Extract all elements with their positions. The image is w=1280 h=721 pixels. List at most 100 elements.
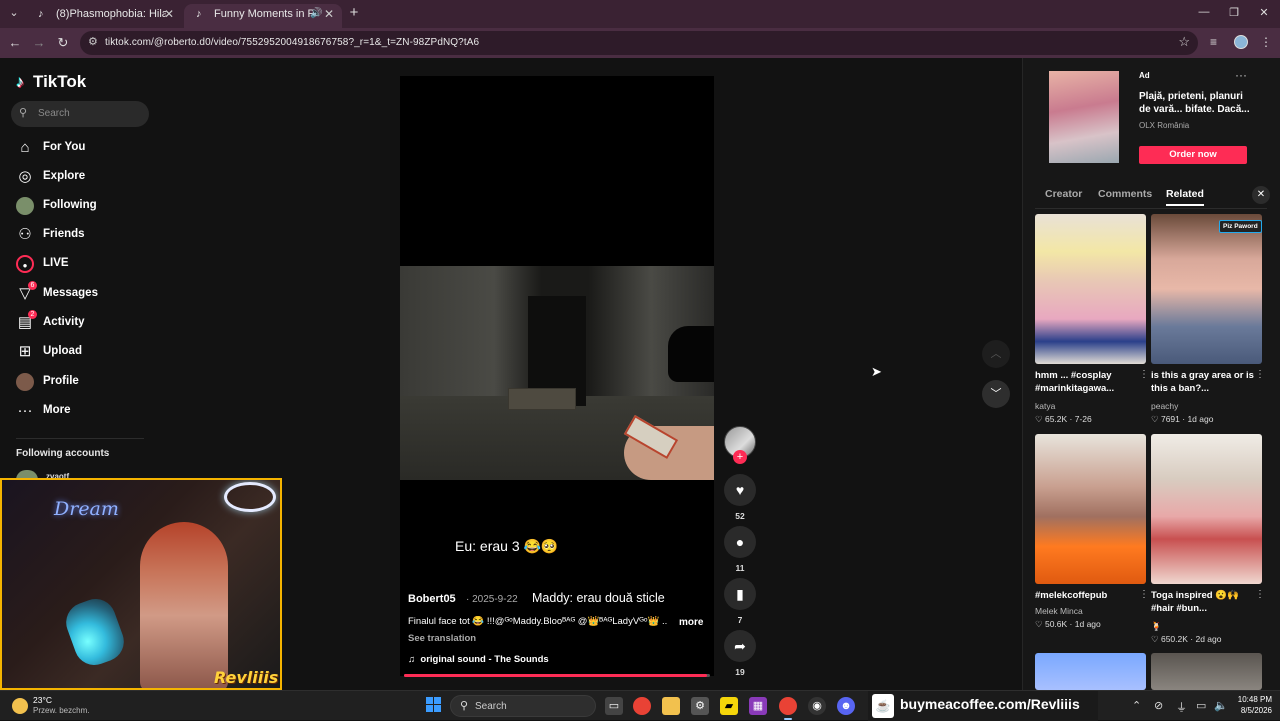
app-icon[interactable]: ▦ — [749, 697, 767, 715]
card-menu-icon[interactable]: ⋮ — [1255, 589, 1265, 600]
nav-upload[interactable]: ⊞ Upload — [16, 342, 146, 364]
browser-toolbar: ← → ↻ ⚙ tiktok.com/@roberto.d0/video/755… — [0, 28, 1280, 58]
sound-link[interactable]: ♫ original sound - The Sounds — [408, 654, 549, 665]
sticky-notes-icon[interactable]: ▰ — [720, 697, 738, 715]
new-tab-button[interactable]: + — [346, 4, 362, 22]
tab-search-icon[interactable]: ⌄ — [6, 5, 22, 21]
card-menu-icon[interactable]: ⋮ — [1139, 369, 1149, 380]
nav-activity[interactable]: ▤ 2 Activity — [16, 310, 146, 335]
save-button[interactable]: ▮ — [724, 578, 756, 610]
nav-label: Profile — [43, 375, 79, 387]
next-video-button[interactable]: ﹀ — [982, 380, 1010, 408]
tab-funny-moments[interactable]: ♪ Funny Moments in Phasmo 🔊 ✕ — [184, 4, 342, 28]
buymeacoffee-text: buymeacoffee.com/Revliiis — [900, 696, 1080, 712]
more-button[interactable]: more — [679, 617, 703, 628]
clock-time: 10:48 PM — [1237, 695, 1272, 704]
close-icon[interactable]: ✕ — [164, 4, 174, 24]
coffee-cup-icon: ☕ — [872, 694, 894, 718]
related-author[interactable]: peachy — [1151, 401, 1178, 411]
clock-date: 8/5/2026 — [1240, 706, 1272, 715]
discord-icon[interactable]: ☻ — [837, 697, 855, 715]
share-button[interactable]: ➦ — [724, 630, 756, 662]
reload-icon[interactable]: ↻ — [54, 34, 72, 52]
related-thumbnail[interactable] — [1035, 214, 1146, 364]
like-button[interactable]: ♥ — [724, 474, 756, 506]
browser-tab-bar: ⌄ ♪ (8)Phasmophobia: Hilarious Gh ✕ ♪ Fu… — [0, 0, 1280, 28]
nav-friends[interactable]: ⚇ Friends — [16, 225, 146, 247]
tiktok-logo[interactable]: ♪ TikTok — [16, 72, 86, 92]
video-frame[interactable] — [400, 266, 714, 480]
tabs-divider — [1035, 208, 1267, 209]
task-view-icon[interactable]: ▭ — [605, 697, 623, 715]
bookmark-star-icon[interactable]: ☆ — [1178, 34, 1190, 50]
related-title[interactable]: Toga inspired 😮🙌 #hair #bun... — [1151, 589, 1257, 615]
comment-button[interactable]: ● — [724, 526, 756, 558]
related-title[interactable]: is this a gray area or is this a ban?... — [1151, 369, 1257, 395]
related-thumbnail[interactable] — [1151, 434, 1262, 584]
see-translation-link[interactable]: See translation — [408, 633, 476, 644]
related-thumbnail[interactable] — [1035, 434, 1146, 584]
nav-for-you[interactable]: ⌂ For You — [16, 138, 146, 160]
tab-comments[interactable]: Comments — [1098, 188, 1152, 200]
mic-icon[interactable]: ⏚ — [1176, 699, 1187, 715]
file-explorer-icon[interactable] — [662, 697, 680, 715]
settings-icon[interactable]: ⚙ — [691, 697, 709, 715]
weather-desc[interactable]: Przew. bezchm. — [33, 706, 89, 715]
ad-thumbnail[interactable] — [1049, 71, 1119, 163]
order-now-button[interactable]: Order now — [1139, 146, 1247, 164]
site-info-icon[interactable]: ⚙ — [88, 35, 98, 48]
nav-following[interactable]: Following — [16, 196, 146, 218]
tab-phasmophobia[interactable]: ♪ (8)Phasmophobia: Hilarious Gh ✕ — [26, 4, 182, 28]
kebab-menu-icon[interactable]: ⋮ — [1260, 35, 1272, 49]
windows-start-icon[interactable] — [426, 697, 442, 713]
nav-live[interactable]: ● LIVE — [16, 254, 146, 276]
profile-avatar[interactable] — [1234, 35, 1248, 49]
network-icon[interactable]: ⊘ — [1154, 699, 1163, 712]
tab-related[interactable]: Related — [1166, 188, 1204, 206]
address-bar[interactable]: ⚙ tiktok.com/@roberto.d0/video/755295200… — [80, 31, 1198, 55]
restore-icon[interactable]: ❐ — [1224, 6, 1244, 19]
nav-explore[interactable]: ◎ Explore — [16, 167, 146, 189]
obs-icon[interactable]: ◉ — [808, 697, 826, 715]
card-menu-icon[interactable]: ⋮ — [1139, 589, 1149, 600]
weather-temp[interactable]: 23°C — [33, 695, 52, 705]
sun-icon[interactable] — [12, 698, 28, 714]
ad-text[interactable]: Plajă, prieteni, planuri de vară... bifa… — [1139, 90, 1251, 116]
video-progress-bar[interactable] — [404, 674, 710, 677]
chrome-icon[interactable] — [633, 697, 651, 715]
follow-plus-icon[interactable]: + — [733, 450, 747, 464]
related-author[interactable]: 🍹 — [1151, 621, 1162, 632]
nav-profile[interactable]: Profile — [16, 372, 146, 394]
forward-icon[interactable]: → — [30, 34, 48, 52]
related-thumbnail[interactable] — [1035, 653, 1146, 690]
close-window-icon[interactable]: ✕ — [1254, 6, 1274, 19]
chevron-up-icon[interactable]: ⌃ — [1132, 699, 1141, 712]
nav-more[interactable]: ··· More — [16, 401, 146, 423]
card-menu-icon[interactable]: ⋮ — [1255, 369, 1265, 380]
media-icon[interactable]: ≡ — [1210, 35, 1217, 49]
share-icon: ➦ — [734, 638, 746, 654]
related-author[interactable]: katya — [1035, 401, 1055, 411]
related-thumbnail[interactable]: Piz Paword — [1151, 214, 1262, 364]
related-title[interactable]: #melekcoffepub — [1035, 589, 1141, 602]
tab-creator[interactable]: Creator — [1045, 188, 1082, 200]
previous-video-button[interactable]: ︿ — [982, 340, 1010, 368]
clock[interactable]: 10:48 PM 8/5/2026 — [1232, 694, 1272, 716]
monitor-icon[interactable]: ▭ — [1196, 699, 1206, 712]
ad-menu-icon[interactable]: ··· — [1235, 68, 1247, 82]
related-title[interactable]: hmm ... #cosplay #marinkitagawa... — [1035, 369, 1141, 395]
related-author[interactable]: Melek Minca — [1035, 606, 1083, 616]
video-author[interactable]: Bobert05 — [408, 593, 456, 605]
chrome-active-icon[interactable] — [779, 697, 797, 720]
search-input[interactable]: ⚲ Search — [11, 101, 149, 127]
close-icon[interactable]: ✕ — [1252, 186, 1270, 204]
related-stats: ♡ 7691 · 1d ago — [1151, 414, 1214, 424]
taskbar-search[interactable]: ⚲ Search — [450, 695, 596, 717]
related-thumbnail[interactable] — [1151, 653, 1262, 690]
minimize-icon[interactable]: — — [1194, 6, 1214, 18]
close-icon[interactable]: ✕ — [324, 4, 334, 24]
speaker-icon[interactable]: 🔊 — [310, 4, 322, 24]
nav-messages[interactable]: ▽ 6 Messages — [16, 281, 146, 306]
volume-icon[interactable]: 🔈 — [1214, 699, 1228, 712]
back-icon[interactable]: ← — [6, 34, 24, 52]
